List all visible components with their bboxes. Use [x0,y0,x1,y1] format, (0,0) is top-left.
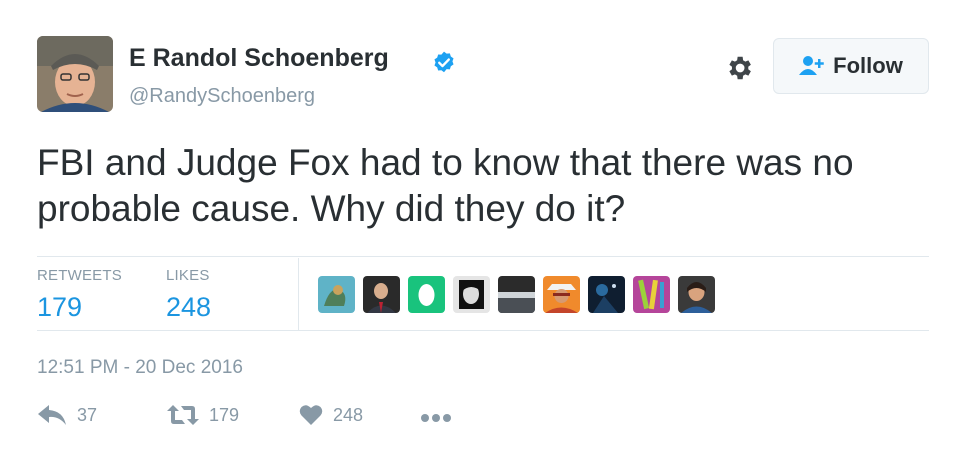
more-options-button[interactable] [420,413,452,423]
gear-icon[interactable] [724,53,754,83]
reply-icon [38,405,66,425]
liker-avatar[interactable] [588,276,625,313]
liker-avatar[interactable] [363,276,400,313]
liker-avatar[interactable] [453,276,490,313]
liker-avatar[interactable] [633,276,670,313]
reply-count: 37 [77,404,98,425]
retweets-label: RETWEETS [37,267,122,284]
retweet-button[interactable]: 179 [167,404,239,426]
like-button[interactable]: 248 [299,404,363,426]
retweets-count: 179 [37,292,83,322]
divider-bottom [37,330,929,331]
stats-separator [298,258,299,330]
more-dots-icon [421,414,451,422]
verified-badge-icon [431,50,457,76]
likers-list [318,276,715,313]
likes-count: 248 [166,292,212,322]
liker-avatar[interactable] [498,276,535,313]
retweet-count: 179 [209,404,240,425]
liker-avatar[interactable] [318,276,355,313]
liker-avatar[interactable] [408,276,445,313]
author-name[interactable]: E Randol Schoenberg [129,44,389,73]
author-avatar[interactable] [37,36,113,112]
follow-label: Follow [833,53,903,78]
liker-avatar[interactable] [543,276,580,313]
follow-button[interactable]: Follow [773,38,929,94]
liker-avatar[interactable] [678,276,715,313]
author-handle[interactable]: @RandySchoenberg [129,85,315,108]
likes-label: LIKES [166,267,210,284]
divider-top [37,256,929,257]
like-count: 248 [333,404,364,425]
likes-stat[interactable]: LIKES 248 [166,267,211,323]
retweet-icon [167,405,199,425]
tweet-text: FBI and Judge Fox had to know that there… [37,142,854,229]
tweet-timestamp[interactable]: 12:51 PM - 20 Dec 2016 [37,357,243,379]
reply-button[interactable]: 37 [37,404,97,426]
follow-user-icon [799,56,824,75]
retweets-stat[interactable]: RETWEETS 179 [37,267,122,323]
heart-icon [299,405,323,425]
